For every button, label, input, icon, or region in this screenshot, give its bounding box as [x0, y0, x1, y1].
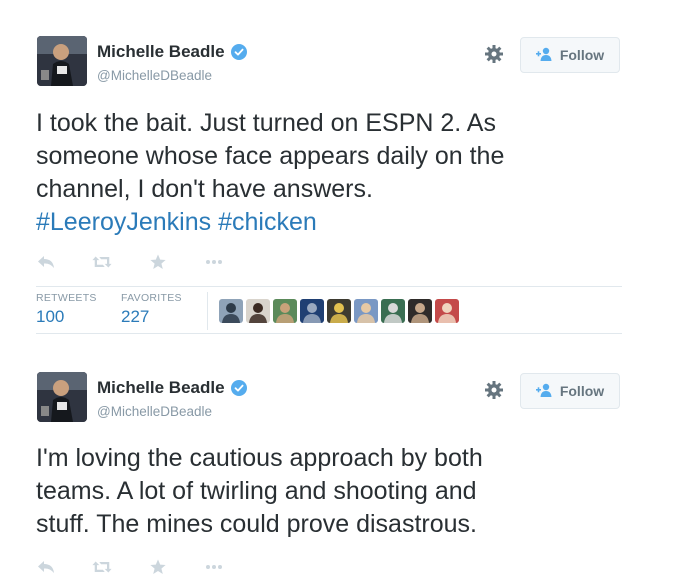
name-row: Michelle Beadle	[97, 378, 247, 398]
retweets-stat[interactable]: RETWEETS 100	[36, 292, 97, 327]
tweet-text: I took the bait. Just turned on ESPN 2. …	[36, 107, 636, 239]
favorites-label: FAVORITES	[121, 292, 182, 304]
reply-icon[interactable]	[36, 253, 56, 271]
hashtag-link[interactable]: #chicken	[218, 208, 317, 236]
tweet-text-line-1: I'm loving the cautious approach by both	[36, 444, 483, 472]
verified-badge-icon	[230, 380, 247, 396]
favorites-stat[interactable]: FAVORITES 227	[121, 292, 182, 327]
tweet-text-line-3: channel, I don't have answers.	[36, 175, 373, 203]
more-icon[interactable]	[204, 558, 224, 576]
retweets-label: RETWEETS	[36, 292, 97, 304]
favoriter-avatar-4[interactable]	[300, 299, 324, 323]
star-icon[interactable]	[148, 253, 168, 271]
name-row: Michelle Beadle	[97, 42, 247, 62]
avatar[interactable]	[37, 36, 87, 86]
verified-badge-icon	[230, 44, 247, 60]
reply-icon[interactable]	[36, 558, 56, 576]
user-handle[interactable]: @MichelleDBeadle	[97, 68, 212, 83]
tweet-actions	[36, 558, 260, 576]
favoriter-avatar-3[interactable]	[273, 299, 297, 323]
add-user-icon	[535, 383, 554, 400]
favoriter-avatar-1[interactable]	[219, 299, 243, 323]
favoriter-avatar-8[interactable]	[408, 299, 432, 323]
favoriter-avatar-2[interactable]	[246, 299, 270, 323]
follow-button[interactable]: Follow	[520, 373, 620, 409]
retweet-icon[interactable]	[92, 253, 112, 271]
favorites-count: 227	[121, 307, 150, 326]
follow-button[interactable]: Follow	[520, 37, 620, 73]
more-icon[interactable]	[204, 253, 224, 271]
favoriter-avatar-7[interactable]	[381, 299, 405, 323]
follow-label: Follow	[559, 383, 605, 399]
stats-separator	[207, 292, 208, 330]
avatar[interactable]	[37, 372, 87, 422]
display-name[interactable]: Michelle Beadle	[97, 42, 225, 62]
display-name[interactable]: Michelle Beadle	[97, 378, 225, 398]
tweet-text-line-2: someone whose face appears daily on the	[36, 142, 505, 170]
user-handle[interactable]: @MichelleDBeadle	[97, 404, 212, 419]
tweet-text: I'm loving the cautious approach by both…	[36, 442, 636, 541]
tweet-text-line-1: I took the bait. Just turned on ESPN 2. …	[36, 109, 496, 137]
favoriter-avatar-5[interactable]	[327, 299, 351, 323]
tweet-text-line-3: stuff. The mines could prove disastrous.	[36, 510, 477, 538]
tweet-1: Michelle Beadle @MichelleDBeadle Follow …	[0, 0, 687, 340]
gear-icon[interactable]	[484, 44, 504, 64]
favoriter-avatar-6[interactable]	[354, 299, 378, 323]
follow-label: Follow	[559, 47, 605, 63]
retweet-icon[interactable]	[92, 558, 112, 576]
star-icon[interactable]	[148, 558, 168, 576]
tweet-2: Michelle Beadle @MichelleDBeadle Follow …	[0, 340, 687, 580]
divider	[36, 286, 622, 287]
retweets-count: 100	[36, 307, 65, 326]
tweet-actions	[36, 253, 260, 271]
favoriter-avatar-9[interactable]	[435, 299, 459, 323]
hashtag-link[interactable]: #LeeroyJenkins	[36, 208, 211, 236]
favoriter-avatars	[219, 299, 459, 323]
gear-icon[interactable]	[484, 380, 504, 400]
tweet-text-line-2: teams. A lot of twirling and shooting an…	[36, 477, 477, 505]
divider	[36, 333, 622, 334]
add-user-icon	[535, 47, 554, 64]
